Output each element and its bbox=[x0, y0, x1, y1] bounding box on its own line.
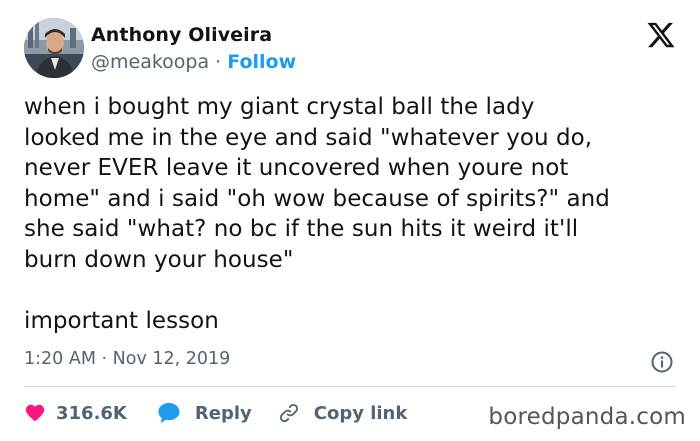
heart-icon bbox=[24, 402, 46, 424]
tweet-header: Anthony Oliveira @meakoopa · Follow bbox=[24, 18, 676, 78]
avatar-photo bbox=[24, 18, 84, 78]
info-icon[interactable] bbox=[650, 350, 674, 374]
x-logo-icon[interactable] bbox=[646, 20, 676, 50]
display-name[interactable]: Anthony Oliveira bbox=[91, 24, 272, 46]
tweet-date: Nov 12, 2019 bbox=[112, 349, 231, 369]
meta-separator: · bbox=[95, 349, 113, 369]
boredpanda-watermark: boredpanda.com bbox=[488, 404, 686, 430]
tweet-timestamp[interactable]: 1:20 AM · Nov 12, 2019 bbox=[24, 349, 230, 369]
tweet-text: when i bought my giant crystal ball the … bbox=[24, 94, 610, 334]
handle-line: @meakoopa · Follow bbox=[91, 51, 296, 73]
divider bbox=[24, 386, 676, 387]
link-icon bbox=[278, 402, 300, 424]
like-button[interactable]: 316.6K bbox=[24, 402, 127, 424]
reply-label: Reply bbox=[194, 402, 252, 424]
reply-button[interactable]: Reply bbox=[157, 402, 252, 424]
reply-bubble-icon bbox=[157, 402, 181, 424]
user-handle[interactable]: @meakoopa bbox=[91, 51, 209, 73]
action-bar: 316.6K Reply Copy link bbox=[24, 400, 407, 426]
like-count: 316.6K bbox=[56, 402, 127, 424]
copy-link-button[interactable]: Copy link bbox=[278, 402, 408, 424]
copy-link-label: Copy link bbox=[313, 402, 408, 424]
handle-separator: · bbox=[209, 51, 228, 73]
follow-button[interactable]: Follow bbox=[227, 51, 296, 73]
tweet-time: 1:20 AM bbox=[24, 349, 96, 369]
avatar[interactable] bbox=[24, 18, 84, 78]
